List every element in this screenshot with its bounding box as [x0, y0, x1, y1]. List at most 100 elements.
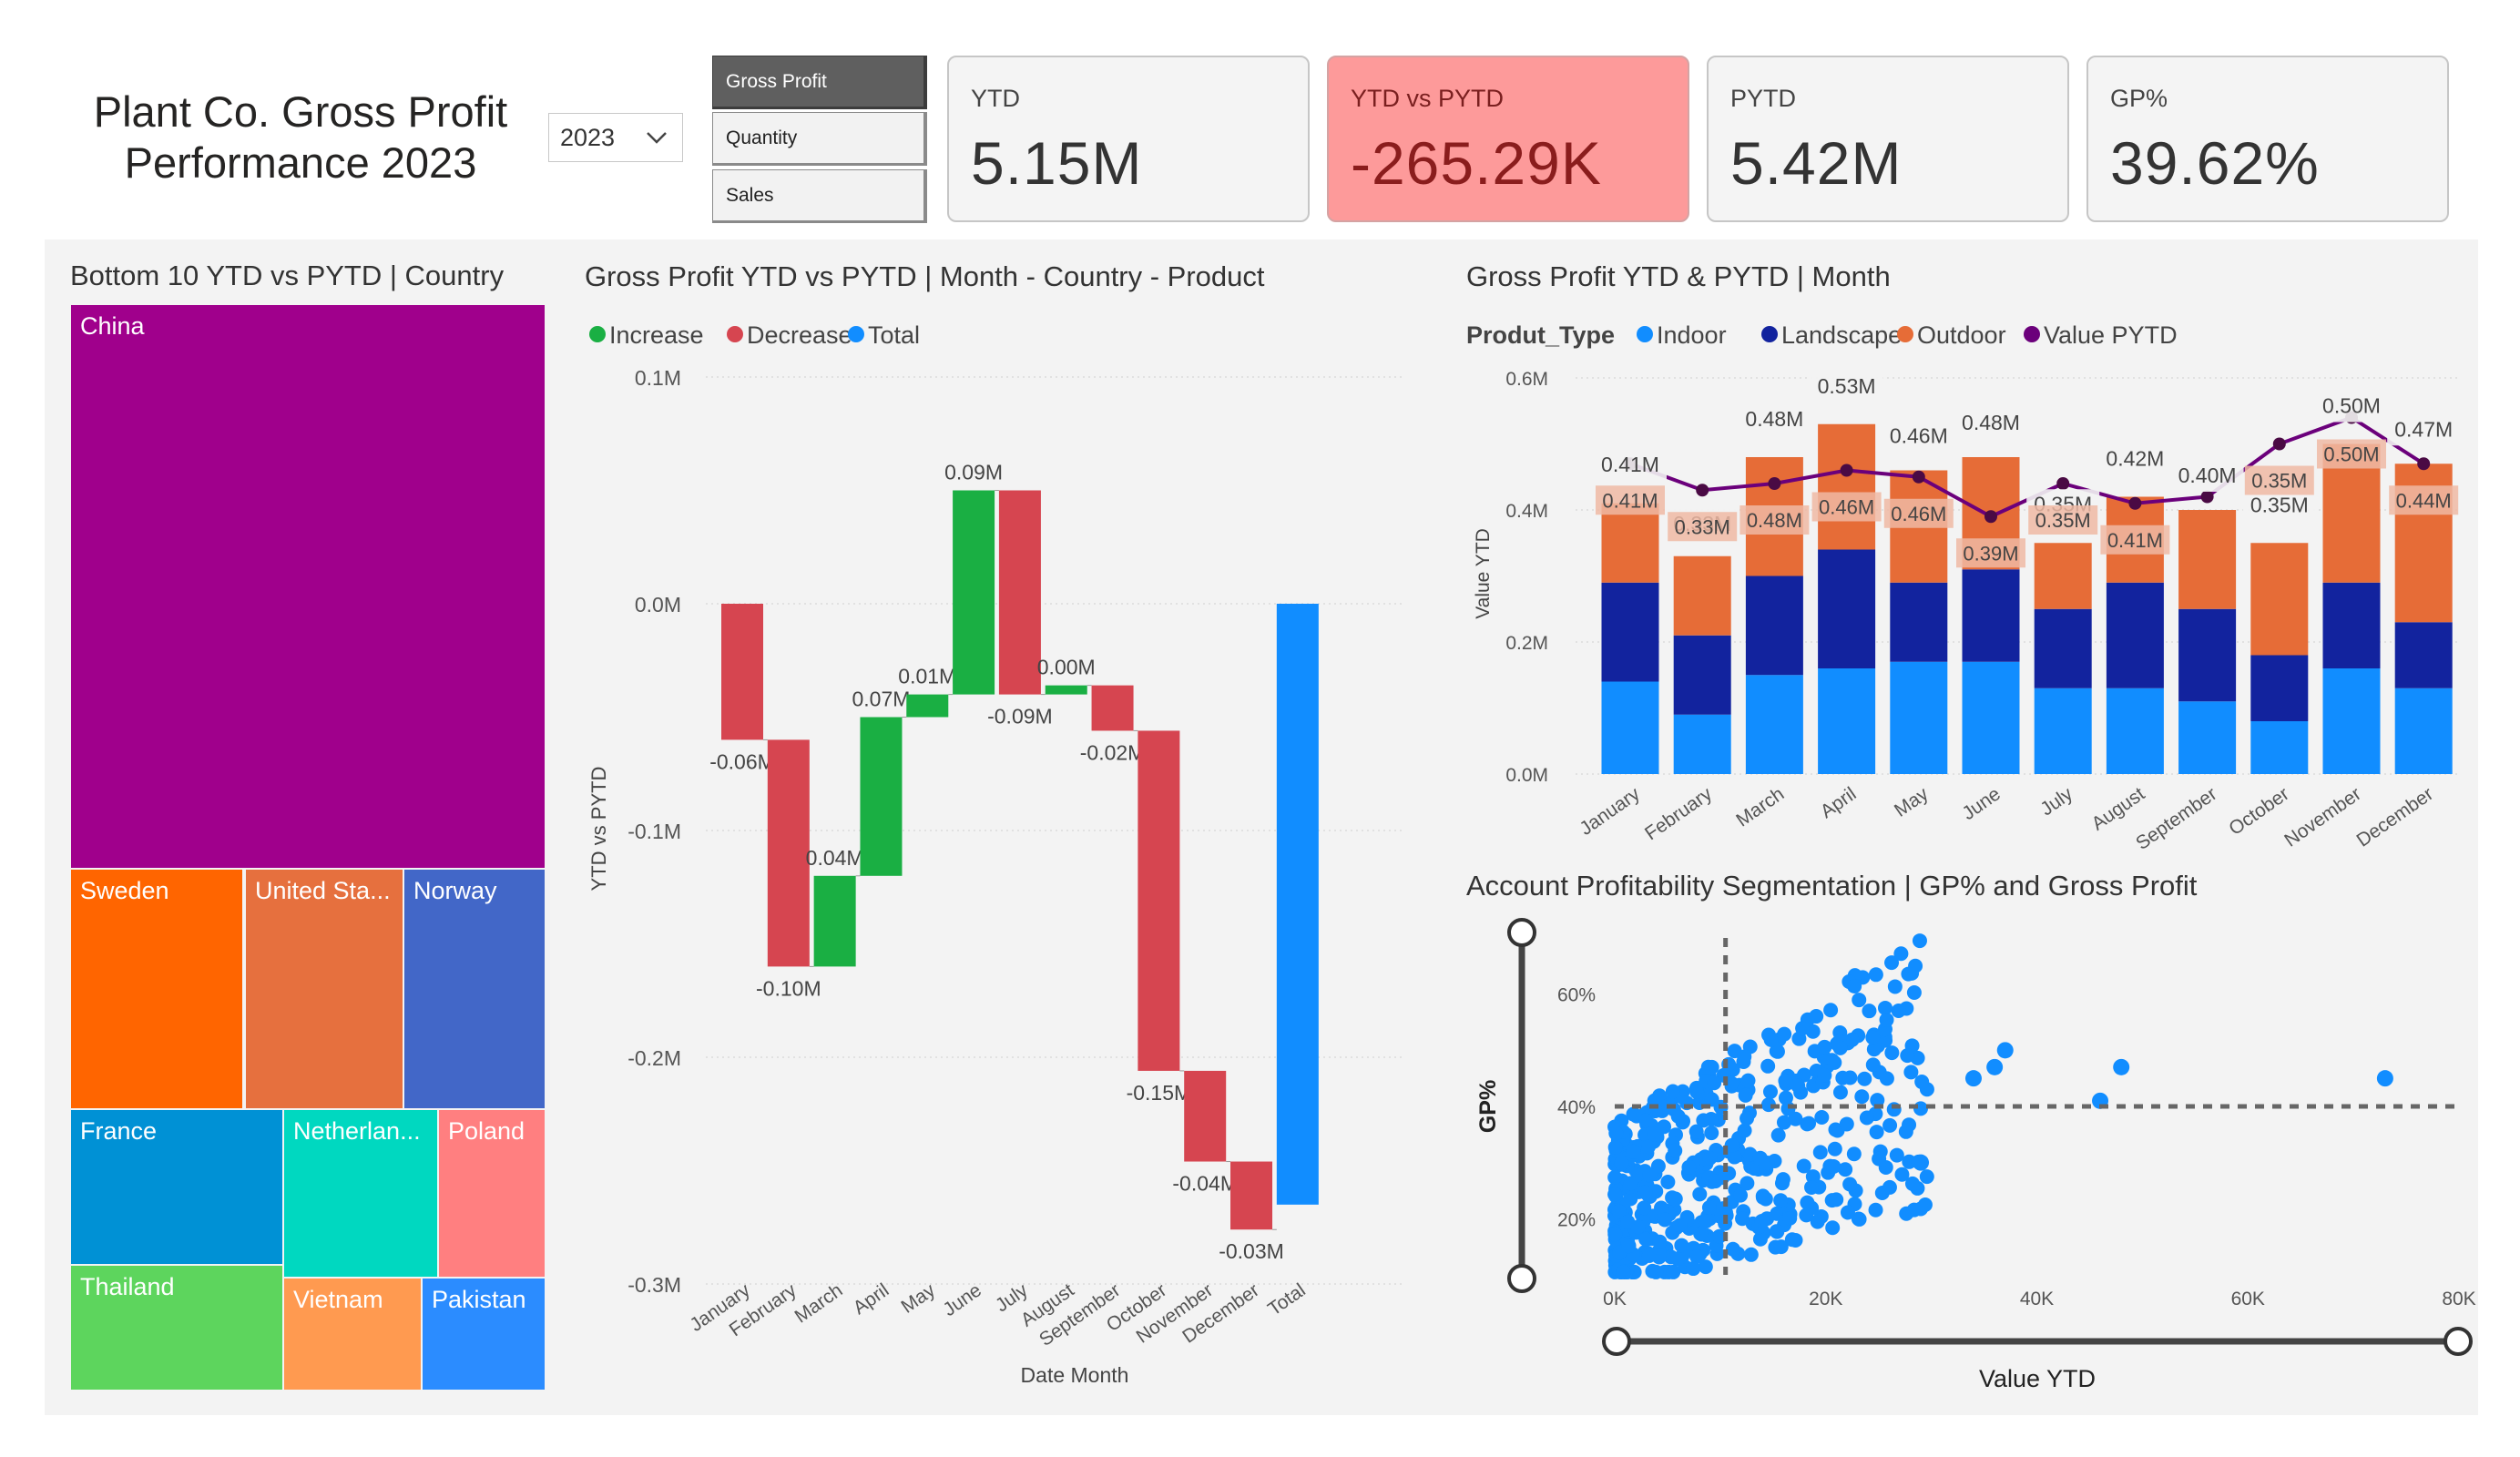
scatter-point[interactable] — [1689, 1124, 1704, 1139]
scatter-point[interactable] — [1735, 1211, 1750, 1227]
y-range-slider-handle[interactable] — [1507, 1264, 1536, 1293]
scatter-point[interactable] — [1762, 1084, 1778, 1099]
scatter-point[interactable] — [1770, 1127, 1786, 1143]
scatter-point[interactable] — [1784, 1232, 1800, 1248]
scatter-point[interactable] — [1829, 1192, 1844, 1207]
scatter-point[interactable] — [1638, 1231, 1654, 1247]
scatter-point[interactable] — [1776, 1115, 1791, 1130]
x-range-slider-handle[interactable] — [1602, 1327, 1631, 1356]
scatter-point[interactable] — [1887, 979, 1903, 994]
scatter-point[interactable] — [1906, 985, 1922, 1001]
scatter-point[interactable] — [1842, 1070, 1858, 1085]
scatter-point[interactable] — [1648, 1264, 1664, 1279]
scatter-point[interactable] — [1740, 1111, 1755, 1126]
scatter-point[interactable] — [1668, 1191, 1683, 1207]
scatter-point[interactable] — [1775, 1172, 1791, 1187]
scatter-point[interactable] — [1889, 1147, 1904, 1163]
scatter-point[interactable] — [1912, 933, 1927, 949]
scatter-point[interactable] — [1891, 1003, 1906, 1018]
scatter-point[interactable] — [1986, 1058, 2004, 1075]
scatter-point[interactable] — [1914, 1075, 1930, 1090]
scatter-point[interactable] — [1823, 1003, 1839, 1018]
scatter-point[interactable] — [1707, 1075, 1722, 1091]
scatter-point[interactable] — [1865, 1057, 1881, 1073]
scatter-point[interactable] — [1693, 1226, 1709, 1241]
scatter-point[interactable] — [1884, 955, 1900, 971]
scatter-point[interactable] — [1817, 1039, 1832, 1055]
scatter-point[interactable] — [1882, 1117, 1898, 1133]
scatter-point[interactable] — [1740, 1073, 1756, 1088]
scatter-point[interactable] — [1607, 1169, 1623, 1185]
scatter-point[interactable] — [1791, 1078, 1806, 1094]
scatter-point[interactable] — [1869, 1125, 1884, 1140]
scatter-point[interactable] — [1616, 1264, 1631, 1279]
scatter-point[interactable] — [1904, 1176, 1920, 1191]
scatter-point[interactable] — [1868, 1202, 1883, 1218]
scatter-point[interactable] — [1804, 1179, 1820, 1195]
scatter-point[interactable] — [1825, 1220, 1841, 1236]
scatter-point[interactable] — [1641, 1248, 1657, 1263]
scatter-point[interactable] — [1847, 978, 1862, 993]
scatter-point[interactable] — [1859, 1110, 1874, 1126]
scatter-point[interactable] — [1758, 1191, 1773, 1207]
scatter-point[interactable] — [1884, 1045, 1900, 1061]
scatter-point[interactable] — [1708, 1174, 1723, 1189]
scatter-point[interactable] — [1832, 1040, 1848, 1055]
scatter-point[interactable] — [1637, 1185, 1653, 1200]
scatter-point[interactable] — [1842, 1177, 1858, 1192]
scatter-point[interactable] — [1770, 1224, 1785, 1239]
scatter-point[interactable] — [1608, 1126, 1624, 1141]
scatter-point[interactable] — [1903, 1065, 1919, 1080]
scatter-point[interactable] — [1754, 1213, 1770, 1228]
scatter-point[interactable] — [1868, 967, 1883, 983]
scatter-point[interactable] — [1670, 1251, 1686, 1267]
scatter-point[interactable] — [1879, 1071, 1894, 1086]
scatter-point[interactable] — [1839, 1116, 1854, 1132]
scatter-point[interactable] — [1704, 1059, 1719, 1075]
scatter-point[interactable] — [1996, 1042, 2014, 1059]
scatter-point[interactable] — [1773, 1193, 1789, 1208]
scatter-point[interactable] — [1704, 1126, 1719, 1141]
scatter-point[interactable] — [1620, 1214, 1636, 1229]
scatter-point[interactable] — [1763, 1032, 1779, 1047]
scatter-point[interactable] — [1737, 1123, 1752, 1138]
scatter-point[interactable] — [1626, 1144, 1641, 1159]
scatter-point[interactable] — [2376, 1070, 2393, 1087]
scatter-point[interactable] — [1852, 993, 1867, 1008]
scatter-point[interactable] — [1919, 1169, 1934, 1185]
scatter-point[interactable] — [1814, 1110, 1830, 1126]
scatter-point[interactable] — [1725, 1241, 1740, 1257]
scatter-point[interactable] — [1964, 1070, 1982, 1087]
scatter-point[interactable] — [1703, 1111, 1719, 1126]
scatter-point[interactable] — [1607, 1187, 1623, 1202]
scatter-point[interactable] — [1647, 1126, 1662, 1142]
scatter-point[interactable] — [1782, 1210, 1798, 1226]
scatter-point[interactable] — [1844, 1032, 1860, 1047]
scatter-point[interactable] — [1917, 1197, 1933, 1213]
scatter-point[interactable] — [1865, 1030, 1881, 1045]
scatter-point[interactable] — [1607, 1139, 1623, 1155]
scatter-point[interactable] — [1638, 1113, 1654, 1128]
scatter-point[interactable] — [1607, 1227, 1623, 1242]
scatter-point[interactable] — [1637, 1200, 1652, 1216]
scatter-point[interactable] — [1666, 1264, 1681, 1279]
scatter-point[interactable] — [1686, 1261, 1701, 1277]
scatter-point[interactable] — [1760, 1156, 1775, 1171]
scatter-point[interactable] — [1854, 1089, 1870, 1105]
y-range-slider-handle[interactable] — [1507, 918, 1536, 947]
scatter-point[interactable] — [1826, 1158, 1842, 1174]
scatter-point[interactable] — [1817, 1067, 1832, 1083]
scatter-point[interactable] — [1879, 1012, 1894, 1027]
scatter-point[interactable] — [1670, 1108, 1686, 1124]
scatter-point[interactable] — [1660, 1174, 1676, 1189]
scatter-point[interactable] — [1913, 1154, 1930, 1171]
scatter-point[interactable] — [1801, 1116, 1817, 1131]
scatter-point[interactable] — [1737, 1049, 1752, 1065]
scatter-point[interactable] — [1862, 1004, 1877, 1019]
scatter-point[interactable] — [1898, 1124, 1913, 1139]
scatter-point[interactable] — [1740, 1176, 1755, 1191]
scatter-point[interactable] — [2113, 1058, 2130, 1075]
scatter-point[interactable] — [1872, 1151, 1887, 1167]
scatter-point[interactable] — [1800, 1195, 1815, 1210]
scatter-point[interactable] — [1641, 1139, 1657, 1155]
